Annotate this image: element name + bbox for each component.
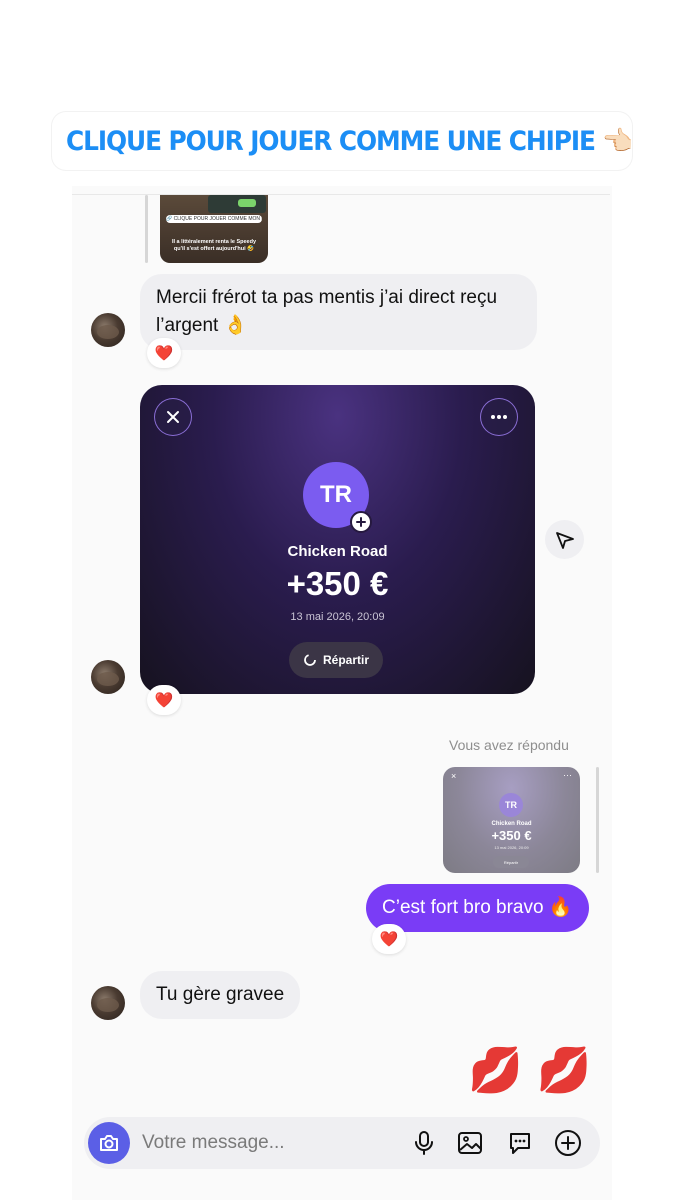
microphone-icon[interactable] [410, 1129, 438, 1157]
repartir-button[interactable]: Répartir [289, 642, 383, 678]
share-button[interactable] [545, 520, 584, 559]
add-icon[interactable] [554, 1129, 582, 1157]
loading-icon [304, 654, 316, 666]
message-bubble[interactable]: Tu gère gravee [140, 971, 301, 1019]
gallery-icon[interactable] [456, 1129, 484, 1157]
kiss-icon: 💋 [536, 1046, 592, 1095]
camera-icon [100, 1135, 118, 1151]
payment-name: Chicken Road [491, 821, 532, 827]
sticker-label: CLIQUE POUR JOUER COMME UNE CHIPIE 👈🏻 [66, 126, 633, 157]
more-icon [491, 415, 507, 419]
plus-icon[interactable] [350, 511, 372, 533]
repartir-button: Répartir [493, 856, 529, 868]
heart-icon: ❤️ [154, 345, 174, 362]
heart-icon: ❤️ [154, 692, 174, 709]
payment-card[interactable]: TR Chicken Road +350 € 13 mai 2026, 20:0… [140, 385, 535, 694]
heart-icon: ❤️ [379, 931, 399, 948]
header-divider [72, 194, 610, 195]
replied-label: Vous avez répondu [449, 737, 569, 753]
avatar[interactable] [91, 313, 125, 347]
story-thumbnail[interactable]: 🔗 CLIQUE POUR JOUER COMME MON MARI !! 🔥 … [160, 195, 268, 263]
payment-amount: +350 € [286, 565, 389, 602]
story-caption: Il a littéralement renta le Speedy qu'il… [171, 239, 257, 252]
camera-button[interactable] [88, 1122, 130, 1164]
message-text: C’est fort bro bravo 🔥 [382, 897, 573, 918]
message-text: Mercii frérot ta pas mentis j’ai direct … [156, 287, 498, 336]
repartir-label: Répartir [322, 653, 369, 667]
message-bubble[interactable]: Mercii frérot ta pas mentis j’ai direct … [140, 274, 537, 350]
story-pill-text: 🔗 CLIQUE POUR JOUER COMME MON MARI !! 🔥 [166, 215, 262, 223]
avatar[interactable] [91, 986, 125, 1020]
phone-image [208, 195, 266, 213]
sent-message-bubble[interactable]: C’est fort bro bravo 🔥 [366, 884, 589, 932]
quote-bar [145, 195, 148, 263]
avatar[interactable] [91, 660, 125, 694]
close-button[interactable] [154, 398, 192, 436]
heart-reaction[interactable]: ❤️ [372, 924, 406, 954]
message-text: Tu gère gravee [156, 984, 285, 1005]
reply-quote-bar [596, 767, 599, 873]
kiss-icon: 💋 [468, 1046, 523, 1095]
payment-date: 13 mai 2026, 20:09 [494, 845, 529, 850]
payment-amount: +350 € [491, 828, 532, 843]
heart-reaction[interactable]: ❤️ [147, 338, 181, 368]
send-icon [555, 531, 574, 549]
heart-reaction[interactable]: ❤️ [147, 685, 181, 715]
payment-name: Chicken Road [287, 543, 388, 560]
payment-date: 13 mai 2026, 20:09 [290, 611, 385, 623]
message-composer: Votre message... [84, 1117, 600, 1169]
kiss-emojis[interactable]: 💋 💋 [468, 1046, 598, 1096]
message-input[interactable]: Votre message... [142, 1132, 382, 1154]
link-sticker[interactable]: CLIQUE POUR JOUER COMME UNE CHIPIE 👈🏻 [52, 112, 633, 170]
close-icon: × [451, 771, 457, 781]
more-options-button[interactable] [480, 398, 518, 436]
replied-payment-card[interactable]: × ··· TR Chicken Road +350 € 13 mai 2026… [443, 767, 580, 873]
sticker-icon[interactable] [506, 1129, 534, 1157]
close-icon [167, 411, 179, 423]
recipient-avatar: TR [499, 793, 523, 817]
more-icon: ··· [563, 770, 572, 780]
